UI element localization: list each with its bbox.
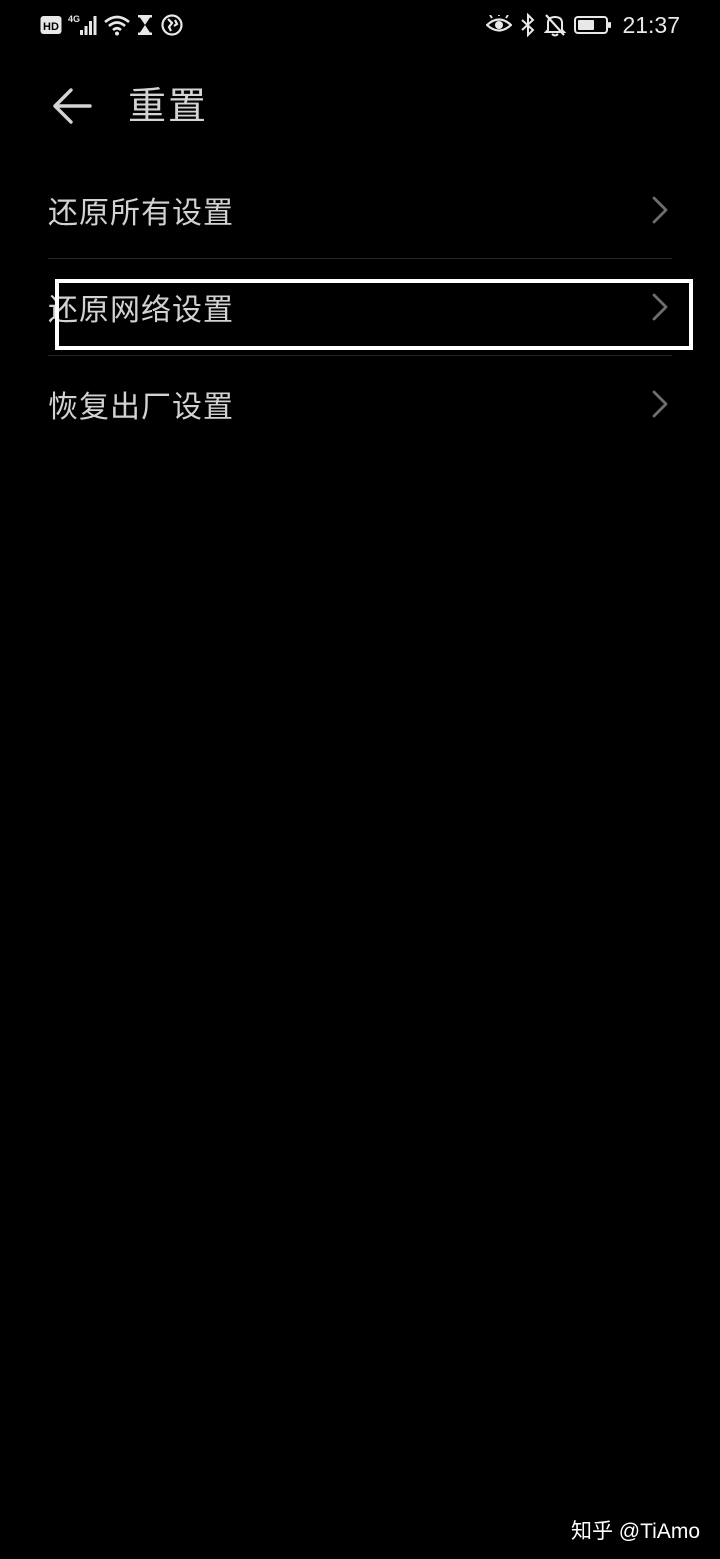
reset-all-settings-item[interactable]: 还原所有设置 bbox=[48, 162, 672, 258]
hd-icon: HD bbox=[40, 15, 62, 35]
wifi-icon bbox=[104, 14, 130, 36]
status-bar: HD 4G 21:37 bbox=[0, 0, 720, 52]
chevron-right-icon bbox=[652, 390, 668, 418]
reset-network-settings-item[interactable]: 还原网络设置 bbox=[48, 259, 672, 355]
reset-settings-screen: HD 4G 21:37 重置 还原所有设置 还原网络设置 恢复出厂设置 知乎 @… bbox=[0, 0, 720, 1559]
status-bar-right: 21:37 bbox=[486, 10, 680, 40]
hourglass-icon bbox=[136, 14, 154, 36]
status-bar-left: HD 4G bbox=[40, 10, 184, 40]
battery-icon bbox=[574, 15, 612, 35]
eye-comfort-icon bbox=[486, 15, 513, 35]
bluetooth-icon bbox=[520, 13, 536, 37]
list-item-label: 恢复出厂设置 bbox=[48, 390, 234, 425]
list-item-label: 还原所有设置 bbox=[48, 196, 234, 231]
chevron-right-icon bbox=[652, 196, 668, 224]
list-item-label: 还原网络设置 bbox=[48, 293, 234, 328]
chevron-right-icon bbox=[652, 293, 668, 321]
status-time: 21:37 bbox=[622, 11, 680, 38]
app-header: 重置 bbox=[0, 70, 720, 144]
arrow-left-icon bbox=[52, 87, 92, 125]
signal-4g-icon: 4G bbox=[68, 13, 98, 37]
svg-text:HD: HD bbox=[43, 21, 59, 33]
watermark: 知乎 @TiAmo bbox=[570, 1520, 700, 1543]
vpn-globe-icon bbox=[160, 13, 184, 37]
notifications-muted-icon bbox=[544, 13, 567, 37]
svg-text:4G: 4G bbox=[68, 14, 80, 24]
page-title: 重置 bbox=[128, 84, 209, 128]
back-button[interactable] bbox=[44, 82, 100, 130]
factory-reset-item[interactable]: 恢复出厂设置 bbox=[48, 356, 672, 452]
reset-options-list: 还原所有设置 还原网络设置 恢复出厂设置 bbox=[48, 162, 672, 452]
